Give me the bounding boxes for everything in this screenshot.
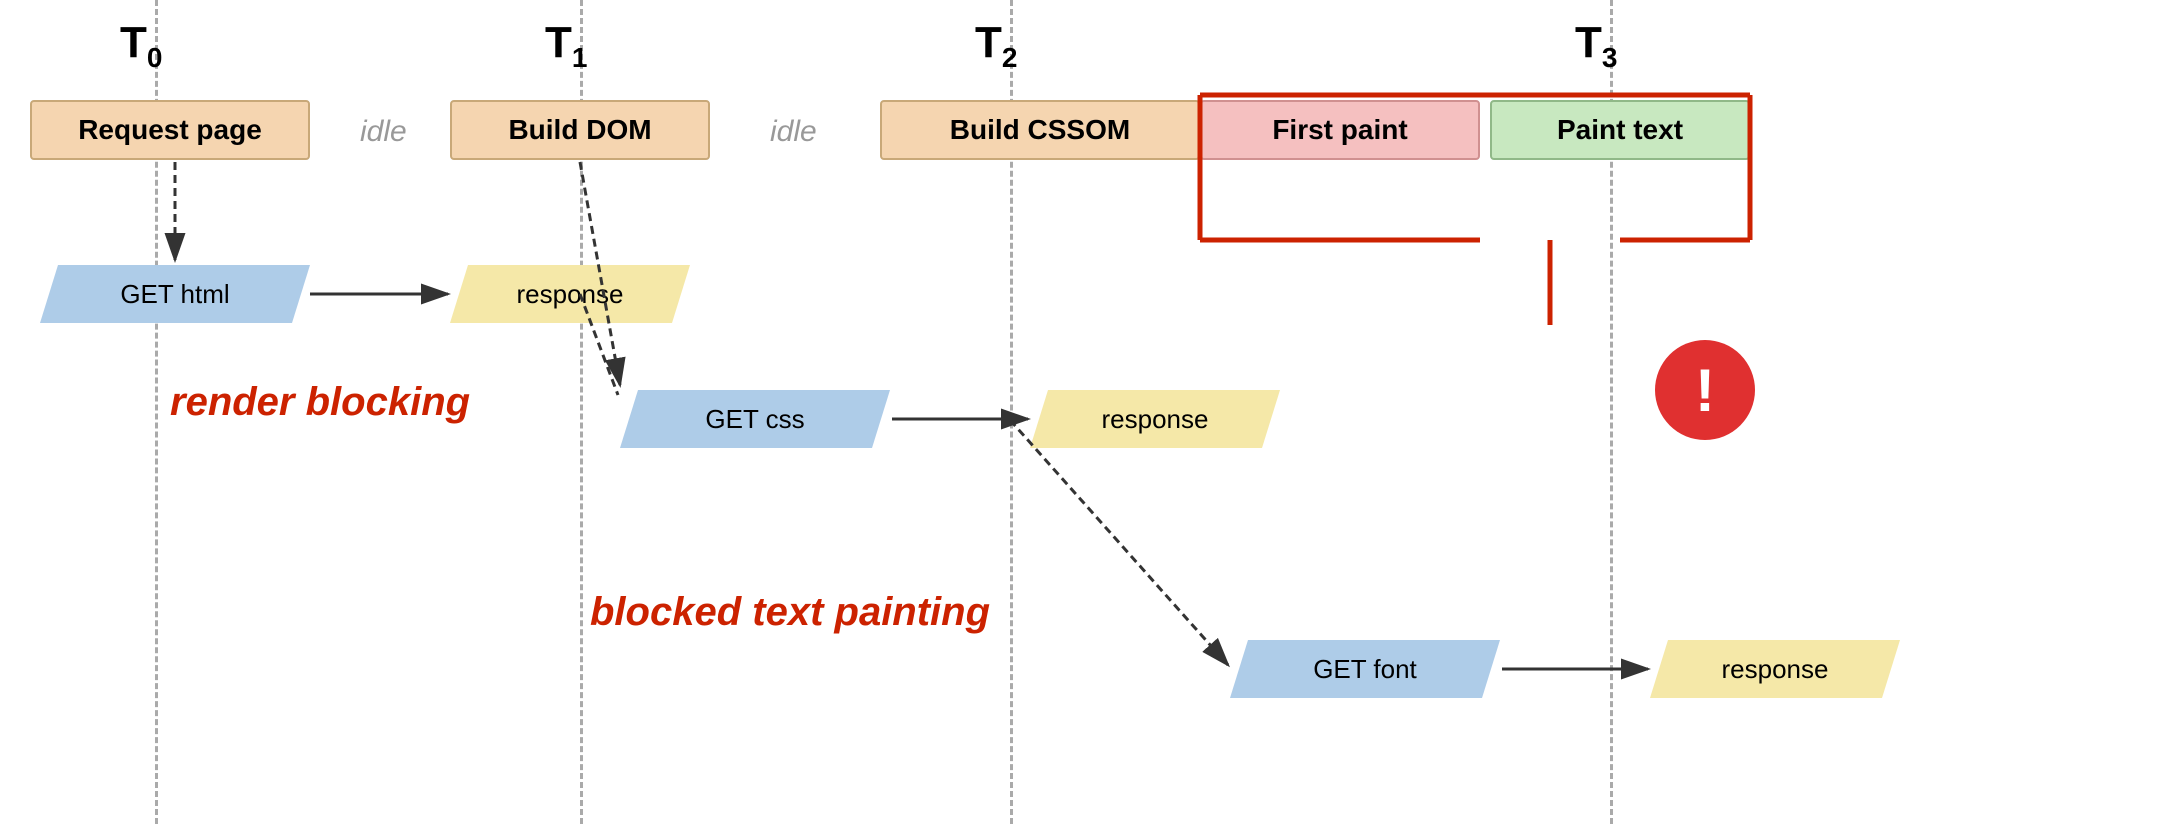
proc-first-paint: First paint bbox=[1200, 100, 1480, 160]
diagram: T0 T1 T2 T3 Request page idle Build DOM … bbox=[0, 0, 2177, 824]
proc-build-cssom: Build CSSOM bbox=[880, 100, 1200, 160]
time-label-t3: T3 bbox=[1575, 18, 1617, 74]
net-response-1: response bbox=[450, 265, 690, 323]
net-response-2: response bbox=[1030, 390, 1280, 448]
proc-request-page: Request page bbox=[30, 100, 310, 160]
time-label-t0: T0 bbox=[120, 18, 162, 74]
idle-label-2: idle bbox=[770, 115, 817, 149]
net-get-css: GET css bbox=[620, 390, 890, 448]
net-response-3: response bbox=[1650, 640, 1900, 698]
exclaim-icon: ! bbox=[1655, 340, 1755, 440]
idle-label-1: idle bbox=[360, 115, 407, 149]
label-render-blocking: render blocking bbox=[170, 380, 470, 425]
time-label-t2: T2 bbox=[975, 18, 1017, 74]
net-get-html: GET html bbox=[40, 265, 310, 323]
label-blocked-text-painting: blocked text painting bbox=[590, 590, 990, 635]
proc-build-dom: Build DOM bbox=[450, 100, 710, 160]
time-label-t1: T1 bbox=[545, 18, 587, 74]
proc-paint-text: Paint text bbox=[1490, 100, 1750, 160]
net-get-font: GET font bbox=[1230, 640, 1500, 698]
